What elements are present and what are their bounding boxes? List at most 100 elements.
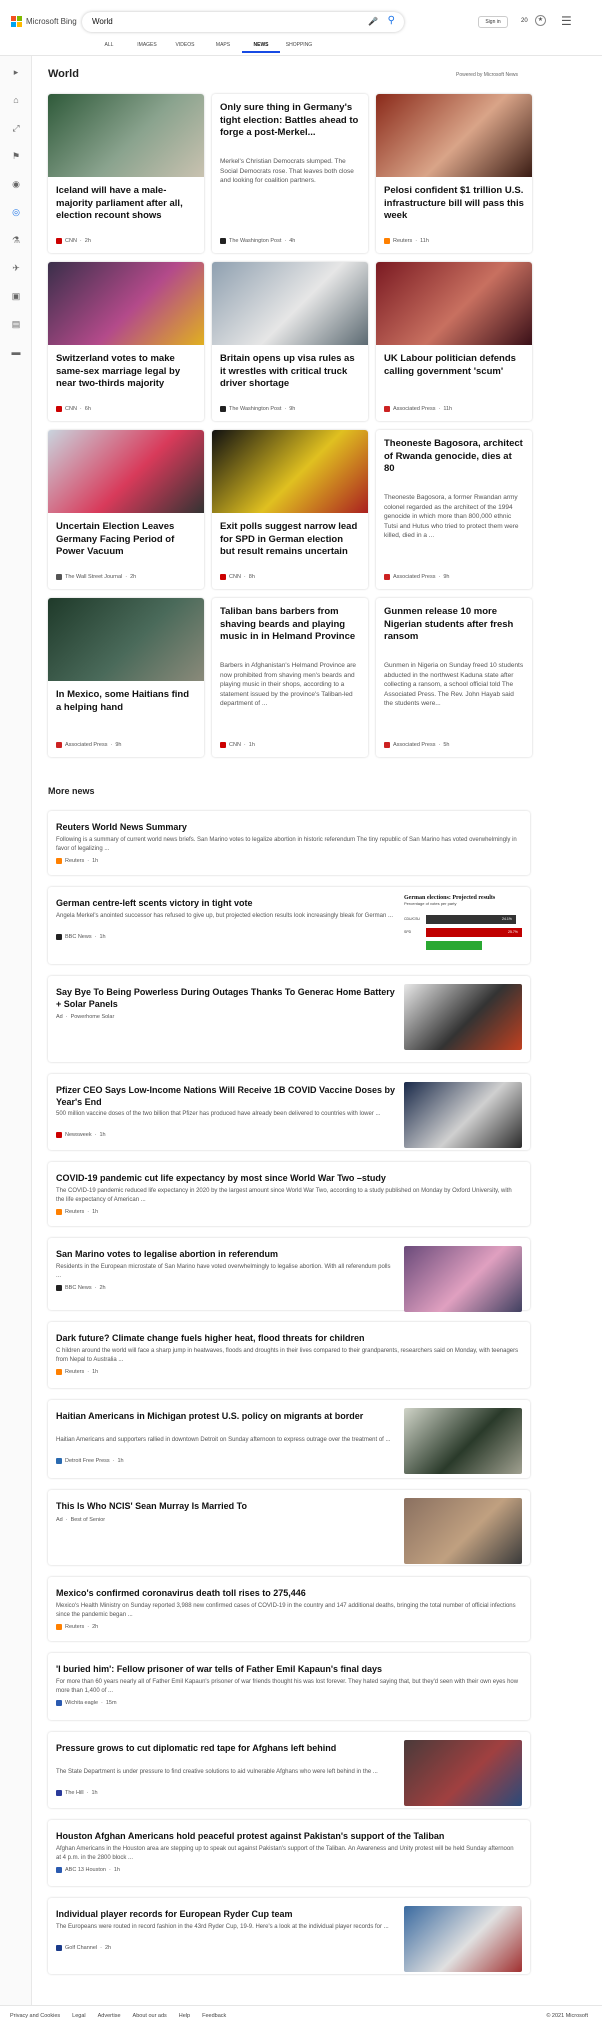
footer-link[interactable]: About our ads bbox=[133, 2013, 167, 2019]
news-list-source[interactable]: BBC News · 2h bbox=[56, 1285, 106, 1291]
news-list-title[interactable]: Pfizer CEO Says Low-Income Nations Will … bbox=[56, 1084, 396, 1108]
news-card-title[interactable]: UK Labour politician defends calling gov… bbox=[384, 353, 524, 378]
news-thumbnail[interactable] bbox=[404, 1082, 522, 1148]
news-list-source[interactable]: Reuters · 1h bbox=[56, 1209, 98, 1215]
news-list-source[interactable]: Ad · Powerhome Solar bbox=[56, 1014, 114, 1020]
news-card[interactable]: In Mexico, some Haitians find a helping … bbox=[48, 598, 204, 757]
microphone-icon[interactable]: 🎤 bbox=[368, 17, 378, 26]
sign-in-button[interactable]: Sign in bbox=[478, 16, 508, 28]
news-card-source[interactable]: Associated Press · 11h bbox=[384, 406, 452, 412]
news-list-title[interactable]: This Is Who NCIS' Sean Murray Is Married… bbox=[56, 1500, 396, 1512]
news-list-item[interactable]: San Marino votes to legalise abortion in… bbox=[48, 1238, 530, 1312]
search-input[interactable]: World bbox=[92, 17, 113, 26]
news-card-source[interactable]: CNN · 1h bbox=[220, 742, 255, 748]
news-card[interactable]: Switzerland votes to make same-sex marri… bbox=[48, 262, 204, 421]
news-thumbnail[interactable] bbox=[404, 1906, 522, 1972]
news-list-item[interactable]: Haitian Americans in Michigan protest U.… bbox=[48, 1400, 530, 1478]
news-list-item[interactable]: Say Bye To Being Powerless During Outage… bbox=[48, 976, 530, 1062]
scope-tab-maps[interactable]: MAPS bbox=[204, 42, 242, 53]
news-card-image[interactable] bbox=[212, 430, 368, 513]
scope-tab-images[interactable]: IMAGES bbox=[128, 42, 166, 53]
news-list-item[interactable]: This Is Who NCIS' Sean Murray Is Married… bbox=[48, 1490, 530, 1565]
news-card-image[interactable] bbox=[212, 262, 368, 345]
news-list-title[interactable]: Mexico's confirmed coronavirus death tol… bbox=[56, 1587, 520, 1599]
news-list-item[interactable]: COVID-19 pandemic cut life expectancy by… bbox=[48, 1162, 530, 1226]
news-card-title[interactable]: Taliban bans barbers from shaving beards… bbox=[220, 606, 360, 644]
news-card-title[interactable]: Uncertain Election Leaves Germany Facing… bbox=[56, 521, 196, 559]
news-list-title[interactable]: Haitian Americans in Michigan protest U.… bbox=[56, 1410, 396, 1422]
search-box[interactable]: World 🎤 ⚲ bbox=[82, 12, 404, 32]
scope-tab-shopping[interactable]: SHOPPING bbox=[280, 42, 318, 53]
car-icon[interactable]: ▬ bbox=[10, 346, 22, 358]
news-list-source[interactable]: ABC 13 Houston · 1h bbox=[56, 1867, 120, 1873]
footer-link[interactable]: Advertise bbox=[98, 2013, 121, 2019]
news-thumbnail[interactable] bbox=[404, 1246, 522, 1312]
news-list-source[interactable]: Ad · Best of Senior bbox=[56, 1517, 105, 1523]
building-icon[interactable]: ▤ bbox=[10, 318, 22, 330]
news-card-title[interactable]: Britain opens up visa rules as it wrestl… bbox=[220, 353, 360, 391]
home-icon[interactable]: ⌂ bbox=[10, 94, 22, 106]
election-results-chart[interactable]: German elections: Projected results Perce… bbox=[404, 895, 522, 961]
news-card-source[interactable]: CNN · 6h bbox=[56, 406, 91, 412]
news-list-item[interactable]: Houston Afghan Americans hold peaceful p… bbox=[48, 1820, 530, 1886]
footer-link[interactable]: Help bbox=[179, 2013, 190, 2019]
scope-tab-all[interactable]: ALL bbox=[90, 42, 128, 53]
news-list-title[interactable]: German centre-left scents victory in tig… bbox=[56, 897, 396, 909]
news-card[interactable]: Britain opens up visa rules as it wrestl… bbox=[212, 262, 368, 421]
news-card-title[interactable]: Theoneste Bagosora, architect of Rwanda … bbox=[384, 438, 524, 476]
news-list-source[interactable]: The Hill · 1h bbox=[56, 1790, 98, 1796]
news-list-item[interactable]: 'I buried him': Fellow prisoner of war t… bbox=[48, 1653, 530, 1720]
scope-tab-videos[interactable]: VIDEOS bbox=[166, 42, 204, 53]
news-card-image[interactable] bbox=[376, 262, 532, 345]
news-card-title[interactable]: Pelosi confident $1 trillion U.S. infras… bbox=[384, 185, 524, 223]
chevron-right-icon[interactable]: ▸ bbox=[10, 66, 22, 78]
news-card[interactable]: Pelosi confident $1 trillion U.S. infras… bbox=[376, 94, 532, 253]
globe-icon[interactable]: ◎ bbox=[10, 206, 22, 218]
news-list-source[interactable]: Reuters · 1h bbox=[56, 858, 98, 864]
news-card-source[interactable]: The Washington Post · 4h bbox=[220, 238, 295, 244]
news-card-source[interactable]: CNN · 2h bbox=[56, 238, 91, 244]
flag-icon[interactable]: ⚑ bbox=[10, 150, 22, 162]
news-card-source[interactable]: The Washington Post · 9h bbox=[220, 406, 295, 412]
news-list-source[interactable]: Detroit Free Press · 1h bbox=[56, 1458, 124, 1464]
news-card-source[interactable]: Associated Press · 9h bbox=[384, 574, 449, 580]
news-list-title[interactable]: Dark future? Climate change fuels higher… bbox=[56, 1332, 520, 1344]
menu-icon[interactable]: ☰ bbox=[561, 14, 572, 28]
news-list-source[interactable]: Reuters · 1h bbox=[56, 1369, 98, 1375]
news-card-source[interactable]: The Wall Street Journal · 2h bbox=[56, 574, 136, 580]
news-list-title[interactable]: Houston Afghan Americans hold peaceful p… bbox=[56, 1830, 520, 1842]
news-card-image[interactable] bbox=[48, 94, 204, 177]
news-card[interactable]: UK Labour politician defends calling gov… bbox=[376, 262, 532, 421]
news-card-title[interactable]: In Mexico, some Haitians find a helping … bbox=[56, 689, 196, 714]
news-card-image[interactable] bbox=[48, 430, 204, 513]
news-card-image[interactable] bbox=[48, 598, 204, 681]
footer-link[interactable]: Legal bbox=[72, 2013, 85, 2019]
science-icon[interactable]: ⚗ bbox=[10, 234, 22, 246]
rewards-points[interactable]: 20 bbox=[521, 18, 528, 24]
news-card-title[interactable]: Gunmen release 10 more Nigerian students… bbox=[384, 606, 524, 644]
news-card[interactable]: Gunmen release 10 more Nigerian students… bbox=[376, 598, 532, 757]
news-card-source[interactable]: CNN · 8h bbox=[220, 574, 255, 580]
news-thumbnail[interactable] bbox=[404, 1408, 522, 1474]
news-card-source[interactable]: Associated Press · 9h bbox=[56, 742, 121, 748]
news-list-source[interactable]: Reuters · 2h bbox=[56, 1624, 98, 1630]
news-list-item[interactable]: Pfizer CEO Says Low-Income Nations Will … bbox=[48, 1074, 530, 1150]
news-list-source[interactable]: Golf Channel · 2h bbox=[56, 1945, 111, 1951]
news-thumbnail[interactable] bbox=[404, 1498, 522, 1564]
bing-logo[interactable]: Microsoft Bing bbox=[11, 16, 77, 27]
news-list-item[interactable]: Individual player records for European R… bbox=[48, 1898, 530, 1974]
news-card[interactable]: Exit polls suggest narrow lead for SPD i… bbox=[212, 430, 368, 589]
news-list-source[interactable]: Newsweek · 1h bbox=[56, 1132, 106, 1138]
news-card-title[interactable]: Iceland will have a male-majority parlia… bbox=[56, 185, 196, 223]
news-card-title[interactable]: Switzerland votes to make same-sex marri… bbox=[56, 353, 196, 391]
search-icon[interactable]: ⚲ bbox=[388, 15, 395, 26]
news-list-title[interactable]: 'I buried him': Fellow prisoner of war t… bbox=[56, 1663, 520, 1675]
news-list-item[interactable]: Dark future? Climate change fuels higher… bbox=[48, 1322, 530, 1388]
expand-icon[interactable]: ⤢ bbox=[10, 122, 22, 134]
news-card[interactable]: Taliban bans barbers from shaving beards… bbox=[212, 598, 368, 757]
news-list-item[interactable]: German centre-left scents victory in tig… bbox=[48, 887, 530, 964]
footer-link[interactable]: Privacy and Cookies bbox=[10, 2013, 60, 2019]
news-thumbnail[interactable] bbox=[404, 1740, 522, 1806]
news-card[interactable]: Uncertain Election Leaves Germany Facing… bbox=[48, 430, 204, 589]
location-icon[interactable]: ◉ bbox=[10, 178, 22, 190]
